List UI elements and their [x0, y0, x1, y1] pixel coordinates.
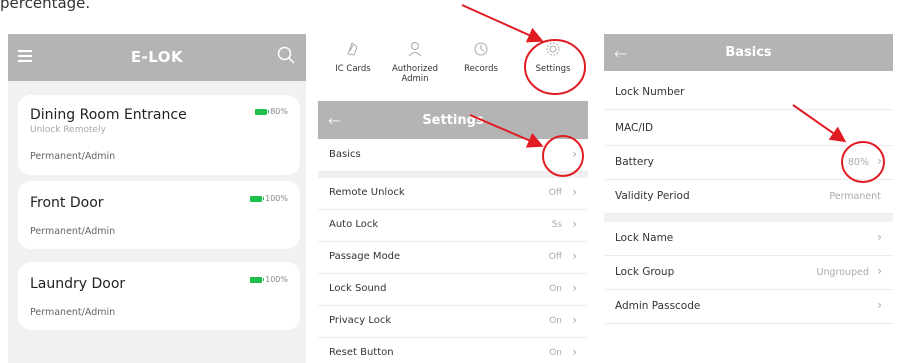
chevron-right-icon: ›: [572, 345, 577, 359]
lock-list-header: E-LOK: [8, 34, 306, 81]
tab-label: Settings: [535, 64, 571, 74]
settings-row-lock-sound[interactable]: Lock Sound On ›: [318, 274, 588, 306]
chevron-right-icon: ›: [572, 217, 577, 231]
basics-row-battery[interactable]: Battery 80% ›: [604, 146, 893, 180]
basics-header: ← Basics: [604, 34, 893, 71]
caption-text: percentage.: [0, 0, 91, 12]
lock-subtitle: Unlock Remotely: [30, 125, 106, 135]
basics-row-admin-passcode[interactable]: Admin Passcode ›: [604, 290, 893, 324]
app-title: E-LOK: [130, 48, 184, 66]
row-label: Validity Period: [615, 190, 690, 202]
row-label: Privacy Lock: [329, 315, 392, 326]
basics-row-lock-name[interactable]: Lock Name ›: [604, 222, 893, 256]
basics-row-lock-group[interactable]: Lock Group Ungrouped ›: [604, 256, 893, 290]
row-label: Auto Lock: [329, 219, 379, 230]
section-divider: [604, 214, 893, 222]
settings-screen: IC Cards Authorized Admin Records Settin…: [318, 34, 588, 363]
tab-label: Authorized Admin: [391, 64, 439, 84]
battery-icon: [250, 276, 265, 283]
basics-row-mac-id: MAC/ID: [604, 112, 893, 146]
battery-level: 100%: [265, 275, 288, 284]
lock-card-dining-room[interactable]: Dining Room Entrance Unlock Remotely Per…: [18, 95, 300, 175]
row-label: Lock Name: [615, 232, 674, 244]
battery-indicator: 100%: [250, 194, 288, 203]
settings-title: Settings: [422, 113, 484, 128]
battery-icon: [250, 195, 265, 202]
row-label: Lock Group: [615, 266, 675, 278]
settings-row-reset-button[interactable]: Reset Button On ›: [318, 338, 588, 363]
lock-card-front-door[interactable]: Front Door Permanent/Admin 100%: [18, 181, 300, 249]
lock-access: Permanent/Admin: [30, 226, 116, 237]
row-label: Battery: [615, 156, 654, 168]
tab-label: Records: [464, 64, 498, 74]
settings-row-basics[interactable]: Basics ›: [318, 140, 588, 172]
row-label: Remote Unlock: [329, 187, 405, 198]
row-value: 5s: [551, 220, 562, 230]
battery-value: 80%: [847, 157, 869, 168]
row-value: On: [549, 316, 562, 326]
battery-level: 100%: [265, 194, 288, 203]
chevron-right-icon: ›: [572, 281, 577, 295]
settings-row-passage-mode[interactable]: Passage Mode Off ›: [318, 242, 588, 274]
row-label: Basics: [329, 149, 361, 160]
chevron-right-icon: ›: [877, 154, 882, 168]
lock-name: Front Door: [30, 195, 104, 211]
settings-row-remote-unlock[interactable]: Remote Unlock Off ›: [318, 178, 588, 210]
basics-row-validity-period: Validity Period Permanent: [604, 180, 893, 214]
tab-ic-cards[interactable]: IC Cards: [318, 34, 388, 74]
chevron-right-icon: ›: [572, 249, 577, 263]
chevron-right-icon: ›: [877, 230, 882, 244]
basics-screen: ← Basics Lock Number MAC/ID Battery 80% …: [604, 34, 893, 340]
row-value: Off: [548, 252, 562, 262]
row-value: On: [549, 284, 562, 294]
chevron-right-icon: ›: [877, 298, 882, 312]
row-label: Passage Mode: [329, 251, 401, 262]
tab-authorized-admin[interactable]: Authorized Admin: [380, 34, 450, 84]
card-icon: [347, 42, 358, 56]
row-value: Ungrouped: [816, 267, 869, 278]
lock-feature-tabs: IC Cards Authorized Admin Records Settin…: [318, 34, 588, 99]
lock-card-laundry-door[interactable]: Laundry Door Permanent/Admin 100%: [18, 262, 300, 330]
battery-indicator: 80%: [255, 107, 288, 116]
row-label: Lock Sound: [329, 283, 387, 294]
search-icon[interactable]: [277, 46, 295, 64]
basics-title: Basics: [725, 45, 772, 60]
chevron-right-icon: ›: [572, 313, 577, 327]
chevron-right-icon: ›: [877, 264, 882, 278]
settings-header: ← Settings: [318, 101, 588, 139]
lock-name: Laundry Door: [30, 276, 126, 292]
history-icon: [474, 42, 488, 56]
row-label: Admin Passcode: [615, 300, 701, 312]
lock-list-screen: E-LOK Dining Room Entrance Unlock Remote…: [8, 34, 306, 363]
row-value: Off: [548, 188, 562, 198]
lock-name: Dining Room Entrance: [30, 107, 187, 123]
row-label: MAC/ID: [615, 122, 654, 134]
lock-access: Permanent/Admin: [30, 307, 116, 318]
tab-label: IC Cards: [335, 64, 371, 74]
row-label: Lock Number: [615, 86, 685, 98]
battery-icon: [255, 108, 270, 115]
lock-access: Permanent/Admin: [30, 151, 116, 162]
gear-icon: [546, 42, 560, 56]
basics-row-lock-number: Lock Number: [604, 76, 893, 110]
settings-row-privacy-lock[interactable]: Privacy Lock On ›: [318, 306, 588, 338]
tab-records[interactable]: Records: [446, 34, 516, 74]
chevron-right-icon: ›: [572, 185, 577, 199]
row-label: Reset Button: [329, 347, 394, 358]
admin-user-icon: [408, 42, 422, 57]
tab-settings[interactable]: Settings: [518, 34, 588, 74]
battery-indicator: 100%: [250, 275, 288, 284]
chevron-right-icon: ›: [572, 147, 577, 161]
row-value: On: [549, 348, 562, 358]
settings-row-auto-lock[interactable]: Auto Lock 5s ›: [318, 210, 588, 242]
battery-level: 80%: [270, 107, 288, 116]
row-value: Permanent: [829, 191, 881, 202]
